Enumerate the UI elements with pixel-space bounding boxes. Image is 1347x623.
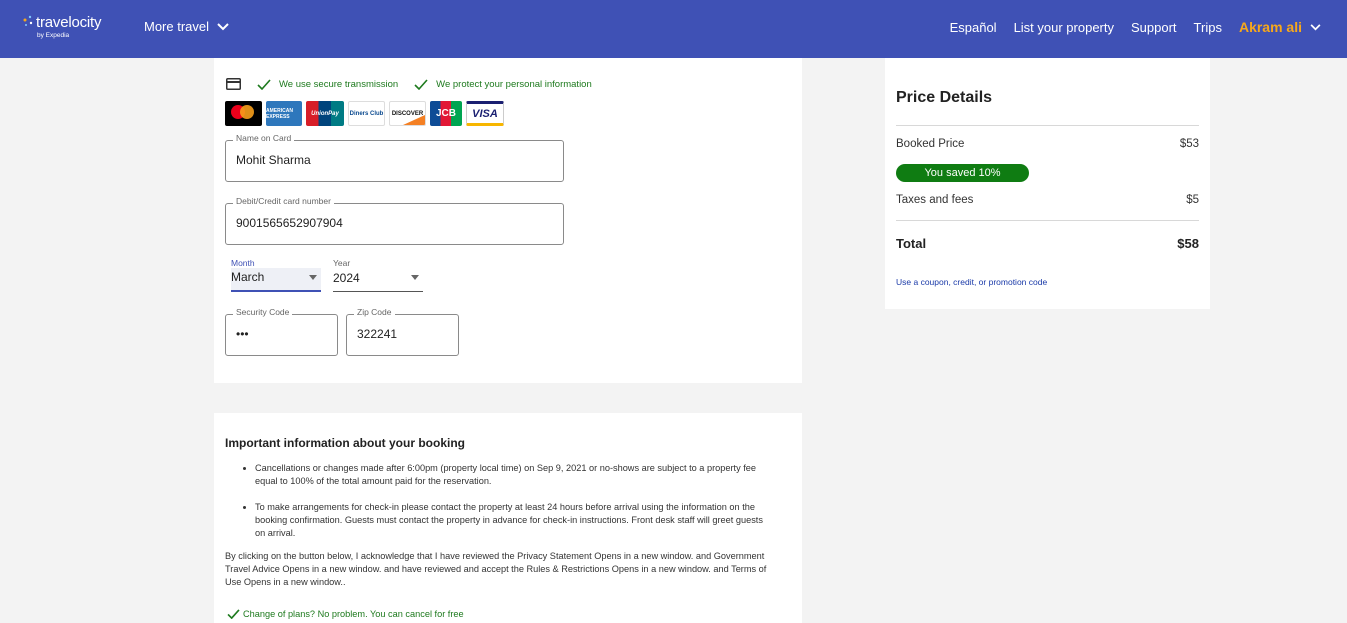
- free-cancellation-note: Change of plans? No problem. You can can…: [227, 609, 464, 619]
- divider: [896, 125, 1199, 126]
- year-dropdown[interactable]: 2024: [333, 268, 423, 292]
- card-number-value[interactable]: 9001565652907904: [236, 216, 343, 230]
- nav-support[interactable]: Support: [1131, 20, 1177, 35]
- coupon-link[interactable]: Use a coupon, credit, or promotion code: [896, 277, 1047, 287]
- checkmark-icon: [414, 78, 428, 90]
- booked-price-row: Booked Price $53: [896, 138, 1199, 150]
- visa-logo: VISA: [466, 101, 504, 126]
- secure-transmission-text: We use secure transmission: [279, 78, 399, 90]
- nav-espanol[interactable]: Español: [950, 20, 997, 35]
- discover-logo: DISCOVER: [389, 101, 426, 126]
- year-select[interactable]: Year 2024: [333, 258, 423, 292]
- jcb-logo: JCB: [430, 101, 462, 126]
- checkmark-icon: [257, 78, 271, 90]
- more-travel-label: More travel: [144, 19, 210, 34]
- dropdown-arrow-icon: [309, 274, 317, 280]
- divider: [896, 220, 1199, 221]
- logo-star-icon: [23, 15, 33, 26]
- booking-info-list: Cancellations or changes made after 6:00…: [240, 462, 775, 553]
- booked-price-value: $53: [1179, 138, 1199, 150]
- protect-info-text: We protect your personal information: [436, 78, 592, 90]
- user-account-menu[interactable]: Akram ali: [1239, 19, 1321, 35]
- security-assurance-row: We use secure transmission We protect yo…: [226, 78, 592, 90]
- chevron-down-icon: [1310, 23, 1321, 30]
- unionpay-logo: UnionPay: [306, 101, 344, 126]
- more-travel-menu[interactable]: More travel: [144, 19, 229, 34]
- total-value: $58: [1177, 236, 1199, 251]
- nav-list-property[interactable]: List your property: [1014, 20, 1114, 35]
- taxes-value: $5: [1186, 194, 1199, 206]
- logo-subtext: by Expedia: [37, 32, 70, 39]
- cancel-note-text: Change of plans? No problem. You can can…: [243, 609, 464, 619]
- booking-info-title: Important information about your booking: [225, 436, 465, 450]
- security-code-label: Security Code: [233, 307, 293, 317]
- mastercard-logo: [225, 101, 262, 126]
- month-label: Month: [231, 258, 255, 268]
- top-navigation-bar: travelocity by Expedia More travel Españ…: [0, 0, 1347, 58]
- taxes-row: Taxes and fees $5: [896, 194, 1199, 206]
- security-code-field[interactable]: Security Code •••: [225, 307, 338, 356]
- price-details-section: Price Details Booked Price $53 You saved…: [885, 58, 1210, 309]
- credit-card-icon: [226, 78, 241, 90]
- acknowledgement-text: By clicking on the button below, I ackno…: [225, 551, 767, 587]
- accepted-cards: AMERICAN EXPRESS UnionPay Diners Club DI…: [225, 101, 504, 126]
- header-nav: Español List your property Support Trips…: [950, 19, 1321, 35]
- zip-code-label: Zip Code: [354, 307, 395, 317]
- booked-price-label: Booked Price: [896, 138, 965, 150]
- month-dropdown[interactable]: March: [231, 268, 321, 292]
- year-label: Year: [333, 258, 351, 268]
- dropdown-arrow-icon: [411, 275, 419, 280]
- logo-text: travelocity: [36, 14, 102, 31]
- list-item: Cancellations or changes made after 6:00…: [255, 462, 775, 488]
- total-row: Total $58: [896, 236, 1199, 251]
- chevron-down-icon: [217, 22, 229, 30]
- card-number-label: Debit/Credit card number: [233, 196, 334, 206]
- security-code-value[interactable]: •••: [236, 327, 249, 341]
- diners-club-logo: Diners Club: [348, 101, 385, 126]
- payment-section: We use secure transmission We protect yo…: [214, 58, 802, 383]
- user-name: Akram ali: [1238, 19, 1302, 35]
- checkmark-icon: [227, 609, 240, 619]
- nav-trips[interactable]: Trips: [1194, 20, 1222, 35]
- booking-information-section: Important information about your booking…: [214, 413, 802, 623]
- zip-code-field[interactable]: Zip Code 322241: [346, 307, 459, 356]
- amex-logo: AMERICAN EXPRESS: [266, 101, 302, 126]
- total-label: Total: [896, 236, 927, 251]
- savings-badge: You saved 10%: [896, 164, 1029, 182]
- list-item: To make arrangements for check-in please…: [255, 501, 775, 540]
- name-on-card-value[interactable]: Mohit Sharma: [236, 153, 311, 167]
- year-value: 2024: [333, 270, 360, 285]
- price-details-title: Price Details: [896, 89, 993, 106]
- month-value: March: [231, 270, 265, 284]
- zip-code-value[interactable]: 322241: [357, 327, 397, 341]
- card-number-field[interactable]: Debit/Credit card number 900156565290790…: [225, 196, 564, 245]
- month-select[interactable]: Month March: [231, 258, 321, 292]
- name-on-card-label: Name on Card: [233, 133, 295, 143]
- taxes-label: Taxes and fees: [896, 194, 974, 206]
- name-on-card-field[interactable]: Name on Card Mohit Sharma: [225, 133, 564, 182]
- travelocity-logo[interactable]: travelocity by Expedia: [20, 12, 110, 44]
